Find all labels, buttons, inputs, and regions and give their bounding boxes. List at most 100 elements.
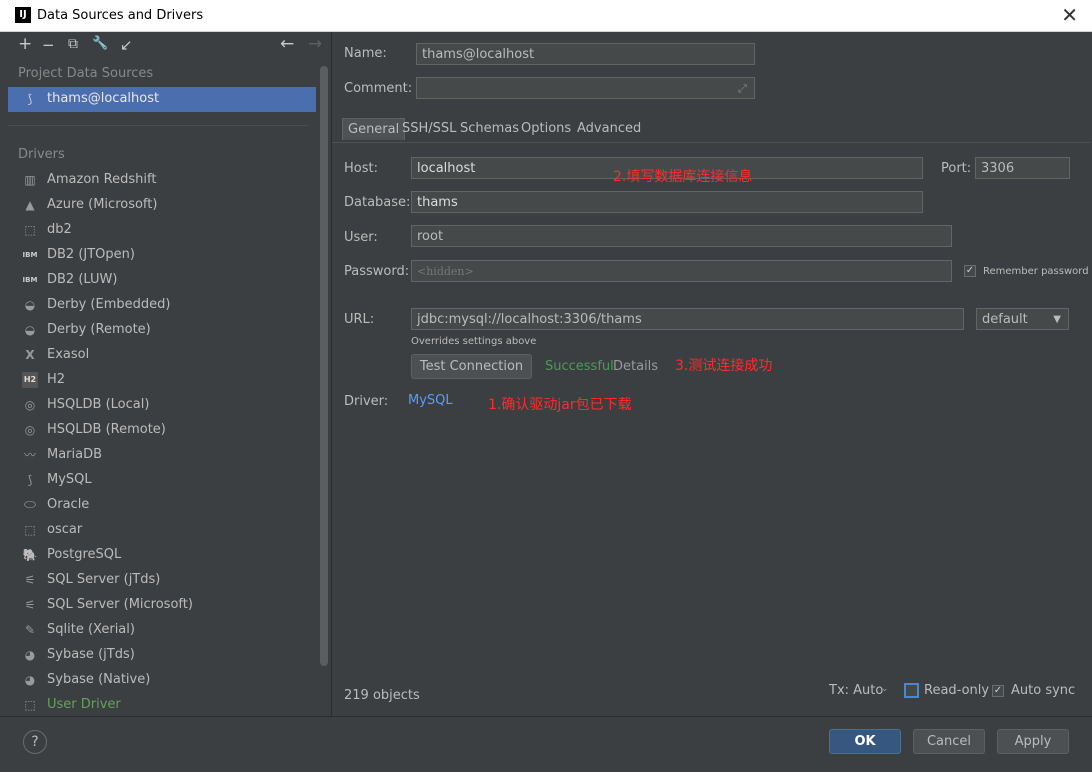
url-hint: Overrides settings above xyxy=(411,336,537,347)
driver-item-amazon-redshift[interactable]: ▥ Amazon Redshift xyxy=(8,168,316,193)
expand-icon[interactable]: ⤢ xyxy=(738,82,747,96)
sidebar-toolbar: + − ⧉ 🔧 ↙ ← → xyxy=(8,32,330,58)
dialog-footer: ? OK Cancel Apply xyxy=(0,716,1092,772)
derby-icon: ◒ xyxy=(24,323,36,337)
driver-label: Azure (Microsoft) xyxy=(47,197,158,212)
user-field[interactable]: root xyxy=(411,225,952,247)
add-icon[interactable]: + xyxy=(18,34,32,54)
driver-item-postgresql[interactable]: 🐘 PostgreSQL xyxy=(8,543,316,568)
close-icon[interactable]: ✕ xyxy=(1061,3,1078,27)
driver-label: MySQL xyxy=(47,472,92,487)
import-icon[interactable]: ↙ xyxy=(120,36,133,54)
driver-label: Exasol xyxy=(47,347,90,362)
chevron-down-icon: ▼ xyxy=(1053,314,1061,325)
h2-icon: H2 xyxy=(22,372,38,388)
annotation-2: 2.填写数据库连接信息 xyxy=(613,169,753,185)
database-label: Database: xyxy=(344,195,411,210)
driver-link[interactable]: MySQL xyxy=(408,393,453,408)
annotation-1: 1.确认驱动jar包已下载 xyxy=(488,397,632,413)
port-label: Port: xyxy=(941,161,972,176)
tab-schemas[interactable]: Schemas xyxy=(455,118,524,140)
driver-item-mysql[interactable]: ⟆ MySQL xyxy=(8,468,316,493)
data-source-properties: Name: thams@localhost Comment: ⤢ General… xyxy=(331,32,1092,716)
driver-item-sqlserver-microsoft[interactable]: ⚟ SQL Server (Microsoft) xyxy=(8,593,316,618)
name-field[interactable]: thams@localhost xyxy=(416,43,755,65)
window-title: Data Sources and Drivers xyxy=(37,8,204,23)
driver-label: SQL Server (jTds) xyxy=(47,572,161,587)
driver-label: Derby (Remote) xyxy=(47,322,151,337)
url-label: URL: xyxy=(344,312,375,327)
driver-item-derby-remote[interactable]: ◒ Derby (Remote) xyxy=(8,318,316,343)
tab-advanced[interactable]: Advanced xyxy=(572,118,646,140)
driver-item-sybase-jtds[interactable]: ◕ Sybase (jTds) xyxy=(8,643,316,668)
driver-item-db2[interactable]: ⬚ db2 xyxy=(8,218,316,243)
driver-label: HSQLDB (Remote) xyxy=(47,422,166,437)
driver-item-sqlserver-jtds[interactable]: ⚟ SQL Server (jTds) xyxy=(8,568,316,593)
details-link[interactable]: Details xyxy=(613,359,658,374)
url-mode-value: default xyxy=(982,312,1028,327)
mysql-icon: ⟆ xyxy=(27,92,33,106)
help-icon[interactable]: ? xyxy=(23,730,47,754)
driver-item-h2[interactable]: H2 H2 xyxy=(8,368,316,393)
hsqldb-icon: ◎ xyxy=(24,398,36,412)
driver-item-exasol[interactable]: X Exasol xyxy=(8,343,316,368)
data-source-item-thams[interactable]: ⟆ thams@localhost xyxy=(8,87,316,112)
driver-item-hsqldb-local[interactable]: ◎ HSQLDB (Local) xyxy=(8,393,316,418)
sidebar-scrollbar[interactable] xyxy=(320,66,328,666)
back-arrow-icon[interactable]: ← xyxy=(280,34,294,54)
ibm-db2-icon: IBM xyxy=(22,276,38,284)
data-source-label: thams@localhost xyxy=(47,91,160,106)
tx-mode-select[interactable]: Tx: Auto xyxy=(829,683,883,698)
ibm-db2-icon: IBM xyxy=(22,251,38,259)
cancel-button[interactable]: Cancel xyxy=(913,729,985,754)
driver-label: H2 xyxy=(47,372,66,387)
driver-label: MariaDB xyxy=(47,447,103,462)
auto-sync-checkbox[interactable]: ✓ xyxy=(992,685,1004,697)
driver-item-sqlite[interactable]: ✎ Sqlite (Xerial) xyxy=(8,618,316,643)
url-field[interactable]: jdbc:mysql://localhost:3306/thams xyxy=(411,308,964,330)
port-field[interactable]: 3306 xyxy=(975,157,1070,179)
driver-label: Sybase (Native) xyxy=(47,672,151,687)
driver-label: DB2 (LUW) xyxy=(47,272,118,287)
tab-ssh-ssl[interactable]: SSH/SSL xyxy=(397,118,461,140)
test-connection-button[interactable]: Test Connection xyxy=(411,354,532,379)
driver-label: Sybase (jTds) xyxy=(47,647,135,662)
sqlserver-icon: ⚟ xyxy=(24,573,36,587)
driver-item-mariadb[interactable]: 〰 MariaDB xyxy=(8,443,316,468)
driver-label: Amazon Redshift xyxy=(47,172,157,187)
driver-label: HSQLDB (Local) xyxy=(47,397,150,412)
objects-count: 219 objects xyxy=(344,688,420,703)
redshift-icon: ▥ xyxy=(24,173,36,187)
sybase-icon: ◕ xyxy=(24,648,36,662)
db2-icon: ⬚ xyxy=(24,223,36,237)
driver-item-oracle[interactable]: ⬭ Oracle xyxy=(8,493,316,518)
test-status: Successful xyxy=(545,359,614,374)
oracle-icon: ⬭ xyxy=(24,497,36,513)
database-field[interactable]: thams xyxy=(411,191,923,213)
remove-icon[interactable]: − xyxy=(42,36,55,54)
password-field[interactable]: <hidden> xyxy=(411,260,952,282)
forward-arrow-icon[interactable]: → xyxy=(308,34,322,54)
duplicate-icon[interactable]: ⧉ xyxy=(68,36,78,52)
driver-item-azure[interactable]: ▲ Azure (Microsoft) xyxy=(8,193,316,218)
driver-item-oscar[interactable]: ⬚ oscar xyxy=(8,518,316,543)
wrench-icon[interactable]: 🔧 xyxy=(92,36,108,51)
tab-options[interactable]: Options xyxy=(516,118,576,140)
driver-item-user-driver[interactable]: ⬚ User Driver xyxy=(8,693,316,718)
comment-field[interactable] xyxy=(416,77,755,99)
driver-item-db2-luw[interactable]: IBM DB2 (LUW) xyxy=(8,268,316,293)
driver-item-derby-embedded[interactable]: ◒ Derby (Embedded) xyxy=(8,293,316,318)
url-mode-select[interactable]: default ▼ xyxy=(976,308,1069,330)
annotation-3: 3.测试连接成功 xyxy=(675,358,773,374)
tab-general[interactable]: General xyxy=(342,118,406,140)
user-label: User: xyxy=(344,230,378,245)
read-only-checkbox[interactable] xyxy=(904,683,919,698)
ok-button[interactable]: OK xyxy=(829,729,901,754)
remember-password-label: Remember password xyxy=(983,266,1089,277)
apply-button[interactable]: Apply xyxy=(997,729,1069,754)
driver-item-sybase-native[interactable]: ◕ Sybase (Native) xyxy=(8,668,316,693)
postgresql-icon: 🐘 xyxy=(22,548,38,562)
driver-item-hsqldb-remote[interactable]: ◎ HSQLDB (Remote) xyxy=(8,418,316,443)
remember-password-checkbox[interactable]: ✓ xyxy=(964,265,976,277)
driver-item-db2-jtopen[interactable]: IBM DB2 (JTOpen) xyxy=(8,243,316,268)
